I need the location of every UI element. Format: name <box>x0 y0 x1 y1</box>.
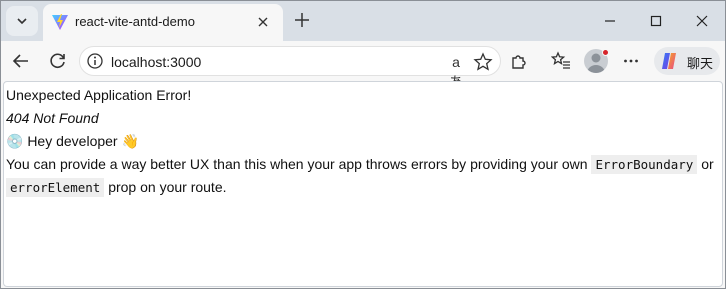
plus-icon <box>295 13 309 27</box>
more-button[interactable] <box>617 47 645 75</box>
extensions-icon <box>512 55 526 69</box>
back-button[interactable] <box>7 47 35 75</box>
minimize-button[interactable] <box>587 1 633 41</box>
favorite-star-icon[interactable] <box>472 51 494 73</box>
browser-toolbar: localhost:3000 aあ 聊天 <box>1 41 725 90</box>
maximize-button[interactable] <box>633 1 679 41</box>
notification-dot <box>602 49 609 56</box>
browser-window: react-vite-antd-demo localhost:3000 a 聊天… <box>0 0 726 289</box>
code-error-boundary: ErrorBoundary <box>591 155 698 174</box>
page-viewport: Unexpected Application Error! 404 Not Fo… <box>3 81 723 287</box>
copilot-icon <box>662 53 676 69</box>
minimize-icon <box>605 20 615 22</box>
hint-text-1: You can provide a way better UX than thi… <box>6 156 592 172</box>
tab-close-button[interactable] <box>253 12 273 32</box>
tab-actions-icon <box>17 18 27 25</box>
developer-hint-cont: errorElement prop on your route. <box>6 176 722 199</box>
window-close-icon <box>696 15 708 27</box>
tab-active[interactable]: react-vite-antd-demo <box>43 4 283 41</box>
maximize-icon <box>650 15 662 27</box>
refresh-icon <box>50 53 65 69</box>
read-aloud-icon[interactable]: aあ <box>446 52 466 90</box>
back-icon <box>12 54 28 68</box>
tab-actions-button[interactable] <box>6 6 38 36</box>
favorites-button[interactable] <box>547 47 575 75</box>
address-bar[interactable]: localhost:3000 aあ <box>79 46 501 90</box>
vite-favicon-icon <box>52 14 68 30</box>
refresh-button[interactable] <box>44 47 72 75</box>
close-icon <box>258 17 268 27</box>
new-tab-button[interactable] <box>291 9 313 31</box>
developer-greeting: 💿 Hey developer 👋 <box>6 133 139 149</box>
error-content: Unexpected Application Error! 404 Not Fo… <box>6 84 722 199</box>
tab-title: react-vite-antd-demo <box>75 14 195 29</box>
address-url[interactable]: localhost:3000 <box>111 54 201 70</box>
info-icon[interactable] <box>86 52 104 70</box>
more-icon <box>624 59 638 63</box>
code-error-element: errorElement <box>6 178 105 197</box>
hint-text-2: or <box>697 156 714 172</box>
favorites-icon <box>551 51 570 69</box>
window-close-button[interactable] <box>679 1 725 41</box>
copilot-chat-button[interactable]: 聊天 <box>654 47 720 75</box>
tab-strip: react-vite-antd-demo <box>1 1 725 41</box>
error-status: 404 Not Found <box>6 110 99 126</box>
copilot-label: 聊天 <box>687 56 714 71</box>
developer-hint: You can provide a way better UX than thi… <box>6 153 722 176</box>
hint-text-3: prop on your route. <box>104 179 227 195</box>
extensions-button[interactable] <box>505 47 533 75</box>
error-title: Unexpected Application Error! <box>6 87 192 103</box>
